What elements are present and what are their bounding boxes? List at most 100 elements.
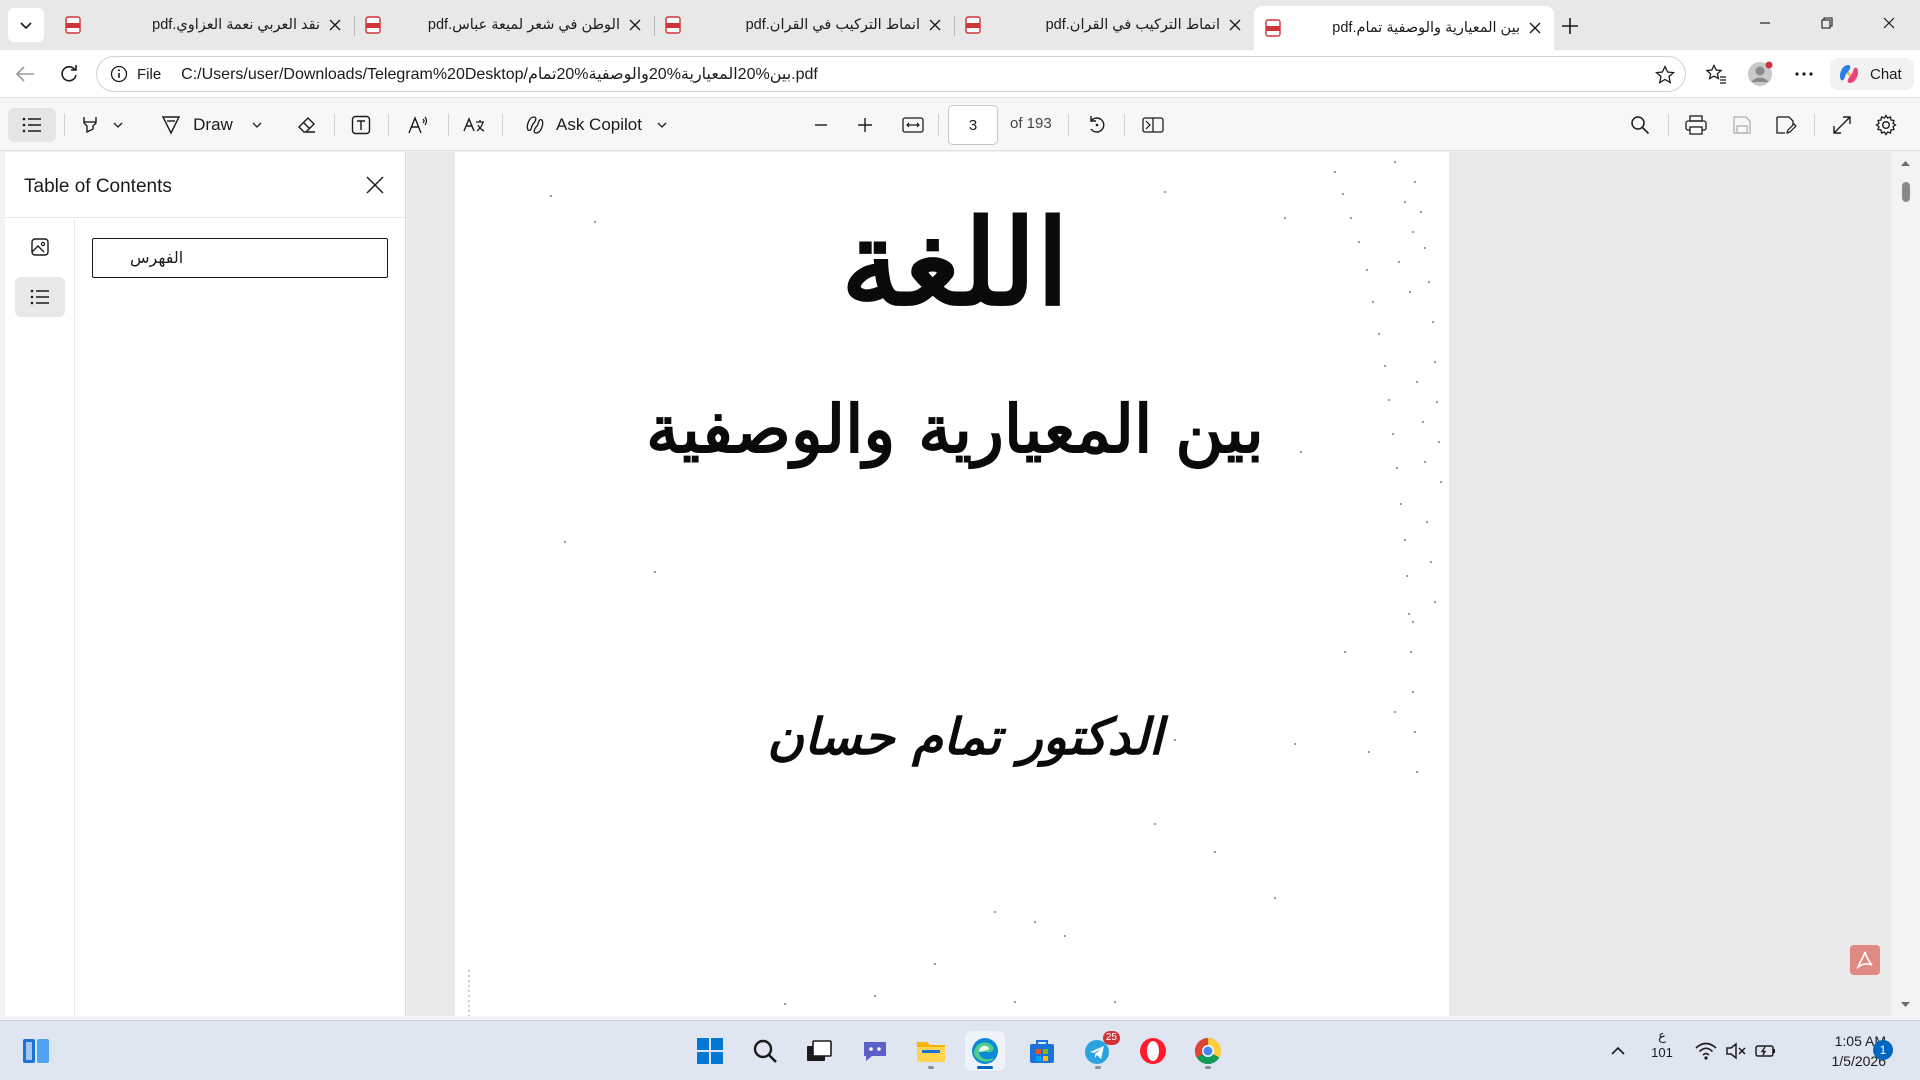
close-icon bbox=[1883, 17, 1895, 29]
draw-icon bbox=[162, 116, 181, 135]
profile-button[interactable] bbox=[1738, 58, 1782, 90]
toolbar-separator bbox=[1124, 114, 1125, 136]
find-button[interactable] bbox=[1622, 108, 1658, 142]
favorites-button[interactable] bbox=[1694, 58, 1738, 90]
ask-copilot-button[interactable]: Ask Copilot bbox=[518, 108, 674, 142]
close-icon[interactable] bbox=[1226, 16, 1244, 34]
scroll-up-arrow-icon[interactable] bbox=[1891, 156, 1920, 170]
taskbar-microsoft-store[interactable] bbox=[1022, 1031, 1062, 1071]
close-icon[interactable] bbox=[326, 16, 344, 34]
back-button[interactable] bbox=[8, 58, 42, 90]
highlight-button[interactable] bbox=[74, 108, 130, 142]
tab-list: نقد العربي نعمة العزاوي.pdf الوطن في شعر… bbox=[54, 6, 1554, 50]
contents-view-button[interactable] bbox=[15, 277, 65, 317]
task-view-button[interactable] bbox=[799, 1031, 839, 1071]
close-window-button[interactable] bbox=[1858, 0, 1920, 46]
tab[interactable]: نقد العربي نعمة العزاوي.pdf bbox=[54, 6, 354, 44]
tab-strip: نقد العربي نعمة العزاوي.pdf الوطن في شعر… bbox=[0, 0, 1920, 50]
taskbar-teams-app[interactable] bbox=[855, 1031, 895, 1071]
minimize-button[interactable] bbox=[1734, 0, 1796, 46]
close-icon bbox=[366, 176, 384, 194]
fit-width-icon bbox=[902, 117, 924, 133]
star-icon[interactable] bbox=[1654, 64, 1676, 88]
tab[interactable]: الوطن في شعر لميعة عباس.pdf bbox=[354, 6, 654, 44]
notification-badge[interactable]: 1 bbox=[1873, 1040, 1893, 1060]
tab-title: الوطن في شعر لميعة عباس.pdf bbox=[427, 17, 620, 33]
close-pane-button[interactable] bbox=[360, 170, 390, 200]
save-button[interactable] bbox=[1724, 108, 1760, 142]
browser-tools bbox=[1694, 58, 1826, 90]
tab-actions-menu-button[interactable] bbox=[8, 8, 44, 42]
taskbar-opera[interactable] bbox=[1133, 1031, 1173, 1071]
save-as-button[interactable] bbox=[1768, 108, 1804, 142]
pdf-page: اللغة بين المعيارية والوصفية الدكتور تما… bbox=[455, 152, 1449, 1016]
pdf-settings-button[interactable] bbox=[1868, 108, 1904, 142]
thumbnails-view-button[interactable] bbox=[15, 227, 65, 267]
scrollbar-thumb[interactable] bbox=[1902, 182, 1910, 202]
running-indicator bbox=[977, 1066, 993, 1069]
taskbar-chrome[interactable] bbox=[1188, 1031, 1228, 1071]
tab-active[interactable]: بين المعيارية والوصفية تمام.pdf bbox=[1254, 6, 1554, 50]
read-aloud-button[interactable] bbox=[400, 108, 436, 142]
arrow-left-icon bbox=[15, 66, 34, 82]
refresh-button[interactable] bbox=[52, 58, 86, 90]
print-button[interactable] bbox=[1678, 108, 1714, 142]
tab-title: انماط التركيب في القران.pdf bbox=[1045, 17, 1220, 33]
running-indicator bbox=[1095, 1066, 1101, 1069]
new-tab-button[interactable] bbox=[1553, 10, 1587, 42]
erase-button[interactable] bbox=[290, 108, 324, 142]
fit-to-width-button[interactable] bbox=[896, 108, 930, 142]
document-author: الدكتور تمام حسان bbox=[767, 707, 1163, 766]
info-icon[interactable] bbox=[105, 65, 133, 83]
toc-item[interactable]: الفهرس bbox=[92, 238, 388, 278]
page-number-input[interactable]: 3 bbox=[948, 105, 998, 145]
pdf-file-icon bbox=[1264, 19, 1282, 37]
document-subtitle: بين المعيارية والوصفية bbox=[646, 390, 1264, 468]
keyboard-language-indicator[interactable]: ع 101 bbox=[1648, 1027, 1676, 1061]
search-icon bbox=[1631, 116, 1650, 135]
translate-button[interactable] bbox=[458, 108, 490, 142]
telegram-badge: 25 bbox=[1102, 1031, 1120, 1045]
copilot-chat-button[interactable]: Chat bbox=[1830, 58, 1914, 90]
more-options-button[interactable] bbox=[1782, 58, 1826, 90]
search-button[interactable] bbox=[745, 1031, 785, 1071]
keyboard-layout: 101 bbox=[1651, 1045, 1673, 1060]
pdf-file-icon bbox=[64, 16, 82, 34]
acrobat-button[interactable] bbox=[1850, 945, 1880, 975]
tab[interactable]: انماط التركيب في القران.pdf bbox=[954, 6, 1254, 44]
document-viewer[interactable]: اللغة بين المعيارية والوصفية الدكتور تما… bbox=[407, 152, 1891, 1016]
refresh-icon bbox=[61, 65, 77, 82]
widgets-button[interactable] bbox=[16, 1031, 56, 1071]
draw-button[interactable]: Draw bbox=[156, 108, 268, 142]
chrome-icon bbox=[1194, 1037, 1222, 1065]
tab[interactable]: انماط التركيب في القران.pdf bbox=[654, 6, 954, 44]
print-icon bbox=[1685, 115, 1707, 135]
chat-label: Chat bbox=[1870, 65, 1902, 83]
table-of-contents-button[interactable] bbox=[8, 108, 56, 142]
rotate-button[interactable] bbox=[1080, 108, 1114, 142]
add-text-button[interactable] bbox=[344, 108, 378, 142]
close-icon[interactable] bbox=[626, 16, 644, 34]
taskbar-edge-browser[interactable] bbox=[965, 1031, 1005, 1071]
vertical-scrollbar[interactable] bbox=[1891, 152, 1920, 1016]
close-icon[interactable] bbox=[1526, 19, 1544, 37]
battery-charging-icon bbox=[1755, 1045, 1775, 1057]
zoom-in-button[interactable] bbox=[850, 108, 880, 142]
scroll-down-arrow-icon[interactable] bbox=[1891, 998, 1920, 1012]
close-icon[interactable] bbox=[926, 16, 944, 34]
restore-button[interactable] bbox=[1796, 0, 1858, 46]
running-indicator bbox=[1205, 1066, 1211, 1069]
pdf-toolbar: Draw Ask Copilot 3 of 193 bbox=[0, 99, 1920, 151]
url-field[interactable]: File C:/Users/user/Downloads/Telegram%20… bbox=[96, 56, 1686, 92]
chevron-down-icon bbox=[252, 122, 262, 128]
taskbar-telegram[interactable]: 25 bbox=[1078, 1031, 1120, 1071]
show-hidden-icons-button[interactable] bbox=[1598, 1031, 1638, 1071]
system-tray-status[interactable] bbox=[1688, 1031, 1784, 1071]
full-screen-button[interactable] bbox=[1824, 108, 1860, 142]
toolbar-separator bbox=[64, 114, 65, 136]
page-view-button[interactable] bbox=[1136, 108, 1170, 142]
toolbar-separator bbox=[502, 114, 503, 136]
zoom-out-button[interactable] bbox=[806, 108, 836, 142]
start-button[interactable] bbox=[690, 1031, 730, 1071]
taskbar-file-explorer[interactable] bbox=[911, 1031, 951, 1071]
